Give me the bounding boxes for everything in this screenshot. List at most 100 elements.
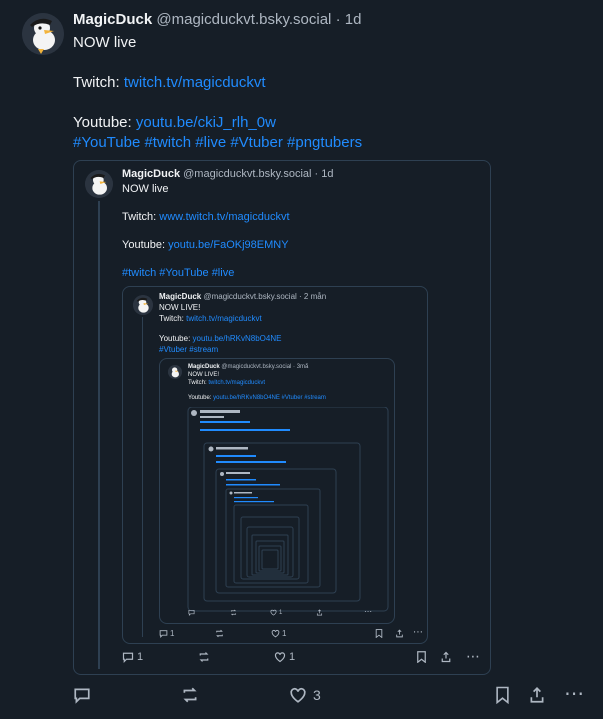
repost-icon bbox=[199, 652, 209, 662]
reply-count: 1 bbox=[170, 629, 175, 638]
reply-button[interactable] bbox=[73, 685, 91, 705]
reply-icon bbox=[74, 688, 90, 704]
bookmark-button[interactable] bbox=[375, 629, 383, 640]
post-hashtags[interactable]: #Vtuber #stream bbox=[159, 345, 423, 356]
like-button[interactable]: 1 bbox=[270, 609, 282, 616]
like-count: 1 bbox=[282, 629, 287, 638]
like-count: 3 bbox=[313, 687, 321, 703]
post-text-line: NOW live bbox=[73, 34, 137, 51]
share-icon bbox=[316, 609, 323, 616]
like-icon bbox=[290, 687, 306, 703]
share-icon bbox=[530, 687, 544, 703]
quoted-post[interactable]: MagicDuck @magicduckvt.bsky.social · 1d … bbox=[73, 160, 491, 675]
reply-button[interactable]: 1 bbox=[122, 651, 143, 663]
author-handle[interactable]: @magicduckvt.bsky.social bbox=[221, 364, 291, 370]
repost-button[interactable] bbox=[181, 685, 199, 705]
author-avatar[interactable] bbox=[22, 13, 64, 55]
share-icon bbox=[441, 651, 451, 663]
bookmark-icon bbox=[375, 629, 383, 639]
youtube-link[interactable]: youtu.be/hRKvN8bO4NE bbox=[193, 334, 282, 343]
author-handle[interactable]: @magicduckvt.bsky.social bbox=[183, 168, 311, 180]
share-button[interactable] bbox=[528, 685, 546, 705]
quote-actions: 1 ⋯ bbox=[188, 607, 392, 619]
quote-avatar[interactable] bbox=[85, 170, 113, 198]
author-name[interactable]: MagicDuck bbox=[122, 168, 180, 180]
twitch-link[interactable]: twitch.tv/magicduckvt bbox=[124, 74, 266, 91]
post-age[interactable]: · 2 mån bbox=[299, 292, 326, 301]
share-button[interactable] bbox=[316, 609, 323, 618]
youtube-link[interactable]: youtu.be/FaOKj98EMNY bbox=[168, 239, 288, 251]
twitch-label: Twitch: bbox=[73, 74, 120, 91]
more-button[interactable]: ⋯ bbox=[364, 607, 372, 616]
repost-icon bbox=[230, 609, 237, 616]
author-name[interactable]: MagicDuck bbox=[188, 364, 220, 370]
quoted-post[interactable]: MagicDuck @magicduckvt.bsky.social · 2 m… bbox=[122, 286, 428, 644]
twitch-label: Twitch: bbox=[188, 380, 207, 386]
twitch-label: Twitch: bbox=[159, 313, 184, 323]
like-icon bbox=[270, 609, 277, 616]
share-button[interactable] bbox=[395, 629, 404, 640]
like-button[interactable]: 3 bbox=[289, 685, 321, 705]
reply-button[interactable] bbox=[188, 609, 195, 618]
post-text-line: NOW LIVE! bbox=[188, 372, 220, 378]
repost-button[interactable] bbox=[198, 651, 210, 666]
more-button[interactable]: ⋯ bbox=[564, 681, 584, 705]
repost-button[interactable] bbox=[215, 629, 224, 640]
quoted-post[interactable]: MagicDuck @magicduckvt.bsky.social · 3må… bbox=[159, 358, 395, 624]
post-age[interactable]: · 1d bbox=[336, 11, 362, 28]
youtube-link[interactable]: youtu.be/ckiJ_rlh_0w bbox=[136, 114, 276, 131]
post-age[interactable]: · 3må bbox=[293, 364, 308, 370]
author-name[interactable]: MagicDuck bbox=[73, 11, 152, 28]
quote-avatar[interactable] bbox=[133, 295, 153, 315]
reply-icon bbox=[159, 630, 168, 638]
post-age[interactable]: · 1d bbox=[315, 168, 334, 180]
repost-icon bbox=[183, 687, 197, 703]
reply-button[interactable]: 1 bbox=[159, 629, 174, 638]
bookmark-button[interactable] bbox=[416, 651, 427, 666]
post-hashtags[interactable]: #twitch #YouTube #live bbox=[122, 266, 482, 280]
duck-avatar-icon bbox=[168, 365, 182, 379]
feed-post[interactable]: MagicDuck @magicduckvt.bsky.social · 1d … bbox=[0, 0, 603, 719]
like-button[interactable]: 1 bbox=[271, 629, 286, 638]
twitch-link[interactable]: www.twitch.tv/magicduckvt bbox=[159, 211, 289, 223]
bookmark-button[interactable] bbox=[495, 685, 510, 705]
quote-actions: 1 1 ⋯ bbox=[122, 648, 484, 667]
bookmark-icon bbox=[496, 686, 509, 704]
reply-icon bbox=[122, 652, 134, 663]
more-button[interactable]: ⋯ bbox=[466, 648, 480, 665]
quote-body: NOW LIVE! Twitch: twitch.tv/magicduckvt … bbox=[159, 303, 423, 355]
repost-button[interactable] bbox=[230, 609, 237, 618]
quote-header: MagicDuck @magicduckvt.bsky.social · 3må bbox=[188, 363, 392, 371]
duck-avatar-icon bbox=[85, 170, 113, 198]
quote-header: MagicDuck @magicduckvt.bsky.social · 2 m… bbox=[159, 292, 423, 302]
like-icon bbox=[274, 652, 286, 663]
duck-avatar-icon bbox=[22, 13, 64, 55]
repost-icon bbox=[216, 629, 223, 638]
quote-header: MagicDuck @magicduckvt.bsky.social · 1d bbox=[122, 167, 482, 182]
bookmark-icon bbox=[417, 651, 426, 664]
author-handle[interactable]: @magicduckvt.bsky.social bbox=[203, 292, 296, 301]
post-text-line: NOW live bbox=[122, 183, 169, 195]
duck-avatar-icon bbox=[133, 295, 153, 315]
reply-icon bbox=[188, 609, 195, 616]
more-button[interactable]: ⋯ bbox=[413, 627, 423, 638]
thread-line bbox=[142, 317, 143, 637]
share-icon bbox=[396, 629, 403, 638]
youtube-label: Youtube: bbox=[73, 114, 132, 131]
more-icon: ⋯ bbox=[466, 648, 480, 664]
youtube-link[interactable]: youtu.be/hRKvN8bO4NE #Vtuber #stream bbox=[213, 395, 326, 401]
author-name[interactable]: MagicDuck bbox=[159, 292, 201, 301]
quote-body: NOW live Twitch: www.twitch.tv/magicduck… bbox=[122, 182, 482, 280]
twitch-link[interactable]: twitch.tv/magicduckvt bbox=[186, 314, 262, 323]
reply-count: 1 bbox=[137, 651, 144, 663]
twitch-link[interactable]: twitch.tv/magicduckvt bbox=[208, 380, 265, 386]
like-count: 1 bbox=[279, 609, 283, 616]
quote-actions: 1 1 ⋯ bbox=[159, 627, 423, 641]
like-button[interactable]: 1 bbox=[274, 651, 295, 663]
post-hashtags[interactable]: #YouTube #twitch #live #Vtuber #pngtuber… bbox=[73, 133, 593, 153]
share-button[interactable] bbox=[440, 651, 452, 666]
quote-avatar[interactable] bbox=[168, 365, 182, 379]
author-handle[interactable]: @magicduckvt.bsky.social bbox=[156, 11, 331, 28]
twitch-label: Twitch: bbox=[122, 211, 157, 223]
quote-body: NOW LIVE! Twitch: twitch.tv/magicduckvt … bbox=[188, 371, 392, 402]
